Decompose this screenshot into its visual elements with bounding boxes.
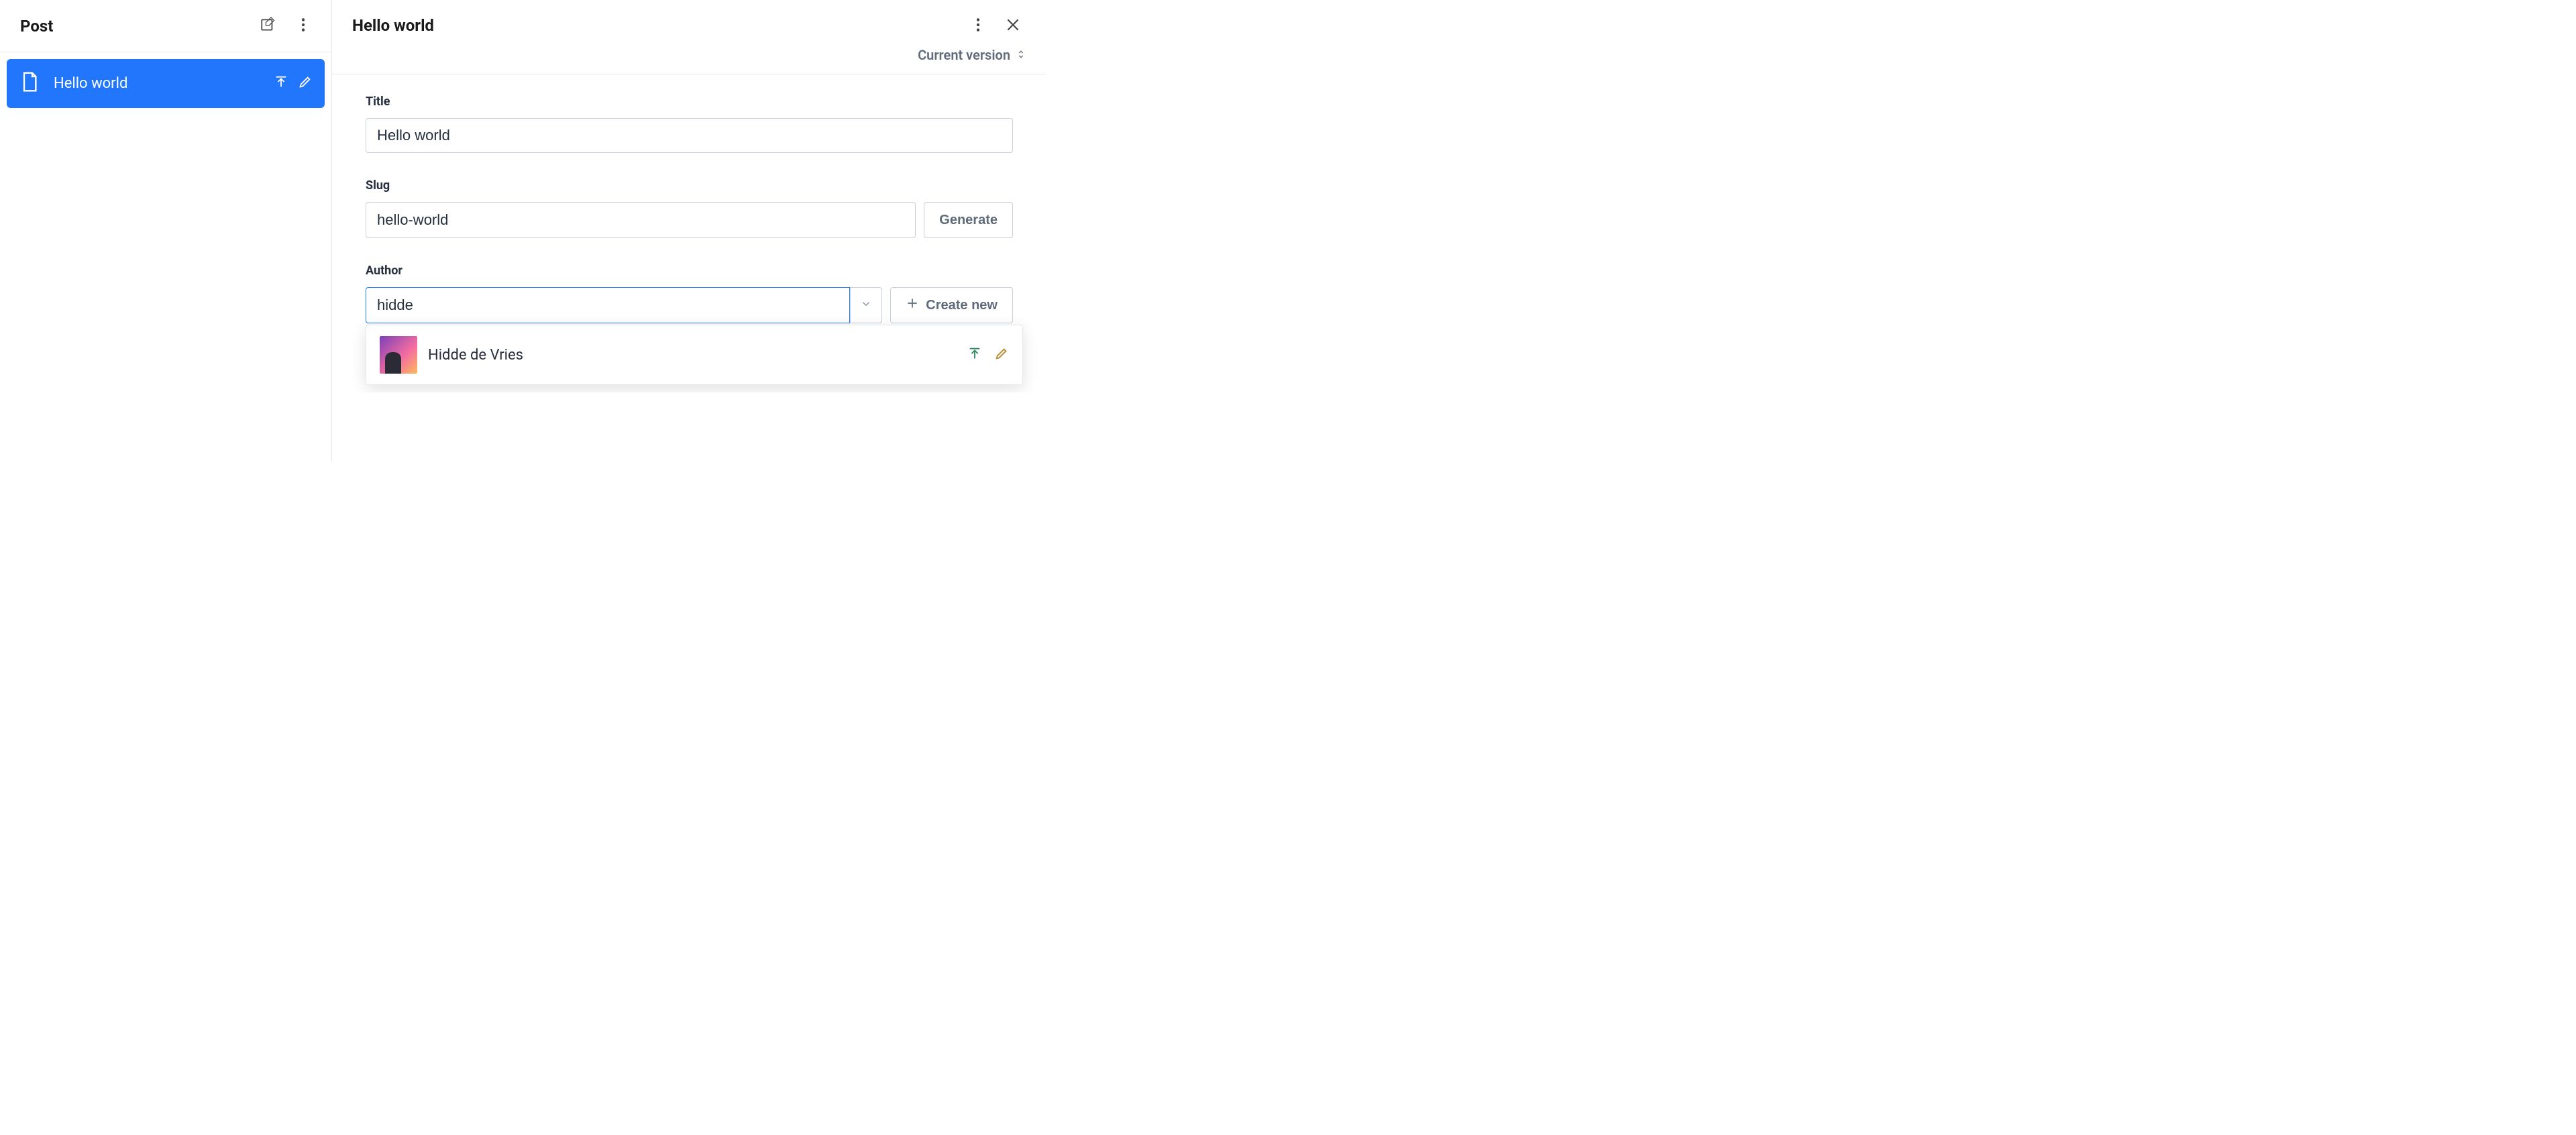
sidebar-more-button[interactable]	[290, 13, 317, 40]
post-list-item-label: Hello world	[54, 75, 260, 92]
main-panel: Hello world Current version	[332, 0, 1046, 462]
sidebar: Post	[0, 0, 332, 462]
publish-icon[interactable]	[274, 74, 288, 93]
slug-input[interactable]	[366, 202, 916, 238]
more-vertical-icon	[969, 16, 987, 36]
sidebar-body: Hello world	[0, 52, 331, 115]
generate-slug-button[interactable]: Generate	[924, 202, 1013, 238]
author-result-actions	[967, 346, 1009, 364]
document-title: Hello world	[352, 16, 957, 35]
title-label: Title	[366, 95, 1013, 109]
author-search-input[interactable]	[366, 287, 850, 323]
create-new-author-button[interactable]: Create new	[890, 287, 1013, 323]
author-label: Author	[366, 264, 1013, 278]
post-list-item-actions	[274, 74, 313, 93]
author-result-name: Hidde de Vries	[428, 347, 957, 364]
field-author: Author Hidde de Vri	[366, 264, 1013, 372]
main-header: Hello world	[332, 0, 1046, 44]
document-more-button[interactable]	[965, 12, 991, 39]
post-list-item[interactable]: Hello world	[7, 59, 325, 108]
avatar	[380, 336, 417, 374]
author-result-item[interactable]: Hidde de Vries	[366, 325, 1022, 384]
close-button[interactable]	[1000, 12, 1026, 39]
author-combo: Hidde de Vries	[366, 287, 882, 323]
sidebar-header: Post	[0, 0, 331, 52]
sort-icon	[1016, 47, 1026, 63]
compose-icon	[260, 16, 277, 36]
compose-button[interactable]	[255, 13, 282, 40]
publish-icon[interactable]	[967, 346, 982, 364]
create-new-label: Create new	[926, 298, 998, 313]
field-title: Title	[366, 95, 1013, 153]
author-dropdown: Hidde de Vries	[366, 325, 1023, 385]
sidebar-title: Post	[20, 17, 247, 36]
edit-icon[interactable]	[994, 346, 1009, 364]
document-icon	[19, 71, 40, 96]
more-vertical-icon	[294, 16, 312, 36]
author-dropdown-toggle[interactable]	[850, 287, 882, 323]
version-bar[interactable]: Current version	[332, 44, 1046, 74]
version-label: Current version	[918, 47, 1010, 63]
generate-label: Generate	[939, 213, 998, 228]
close-icon	[1004, 16, 1022, 36]
chevron-down-icon	[860, 297, 872, 313]
field-slug: Slug Generate	[366, 178, 1013, 238]
plus-icon	[906, 296, 919, 314]
document-form: Title Slug Generate Author	[332, 74, 1046, 392]
slug-label: Slug	[366, 178, 1013, 193]
title-input[interactable]	[366, 118, 1013, 153]
edit-icon[interactable]	[298, 74, 313, 93]
